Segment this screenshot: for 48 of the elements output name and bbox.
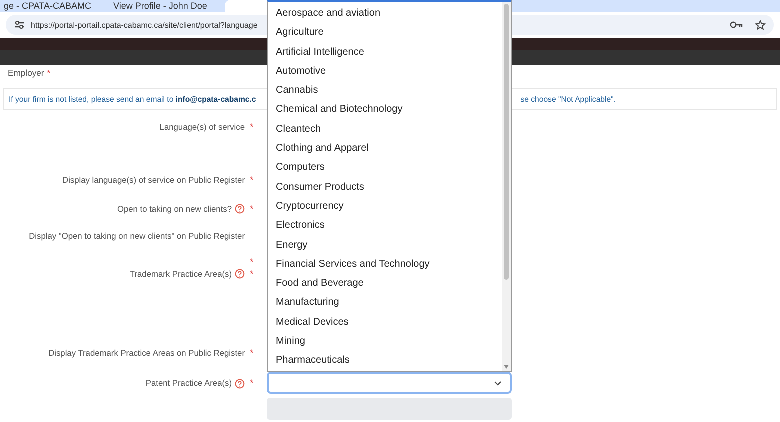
required-mark: * <box>249 377 255 389</box>
dropdown-option[interactable]: Consumer Products <box>268 178 502 197</box>
tune-icon[interactable] <box>14 20 25 30</box>
dropdown-option[interactable]: Cleantech <box>268 120 502 140</box>
dropdown-option[interactable]: Energy <box>268 236 502 255</box>
dropdown-option[interactable]: Electronics <box>268 216 502 236</box>
scrollbar[interactable] <box>502 2 511 371</box>
star-icon[interactable] <box>755 20 766 30</box>
field-label: Open to taking on new clients? <box>117 203 232 215</box>
required-mark: * <box>47 68 51 80</box>
field-label: Language(s) of service <box>160 121 245 133</box>
dropdown-option[interactable]: Cryptocurrency <box>268 196 502 216</box>
dropdown-option[interactable]: Cannabis <box>268 81 502 100</box>
dropdown-option[interactable]: Aerospace and aviation <box>268 4 502 24</box>
required-mark: * <box>249 121 255 133</box>
chevron-icon <box>494 380 502 386</box>
dropdown-option[interactable]: Manufacturing <box>268 293 502 313</box>
dropdown-option[interactable]: Pharmaceuticals <box>268 351 502 371</box>
help-icon[interactable] <box>235 204 245 214</box>
browser-tab[interactable]: ge - CPATA-CABAMC <box>0 0 100 12</box>
dropdown-option[interactable]: Agriculture <box>268 23 502 43</box>
dropdown-option[interactable]: Clothing and Apparel <box>268 139 502 158</box>
field-label: Display "Open to taking on new clients" on Public Register <box>29 230 245 242</box>
dropdown-option[interactable]: Artificial Intelligence <box>268 42 502 62</box>
help-icon[interactable] <box>235 378 245 388</box>
browser-tab[interactable]: View Profile - John Doe <box>110 0 216 12</box>
field-label: Employer <box>8 68 44 80</box>
required-mark: * <box>249 203 255 215</box>
dropdown-option[interactable]: Medical Devices <box>268 312 502 332</box>
required-mark: * <box>249 174 255 186</box>
url-text: https://portal-portail.cpata-cabamc.ca/site/client/portal?language <box>31 20 258 30</box>
field-label: Trademark Practice Area(s) <box>130 268 232 280</box>
scroll-down-icon[interactable] <box>504 365 509 369</box>
required-mark: * <box>249 256 255 268</box>
field-label: Patent Practice Area(s) <box>146 377 232 389</box>
required-mark: * <box>249 268 255 280</box>
help-icon[interactable] <box>235 269 245 279</box>
field-label: Display language(s) of service on Public Register <box>62 174 245 186</box>
key-icon[interactable] <box>730 21 743 29</box>
dropdown-option[interactable]: Automotive <box>268 62 502 82</box>
field-label: Display Trademark Practice Areas on Public Register <box>48 347 245 359</box>
select-field[interactable] <box>267 372 512 394</box>
dropdown-option[interactable]: Food and Beverage <box>268 274 502 294</box>
dropdown-option[interactable]: Computers <box>268 158 502 178</box>
dropdown-option[interactable]: Chemical and Biotechnology <box>268 100 502 120</box>
dropdown-option[interactable]: Mining <box>268 332 502 352</box>
dropdown-option[interactable]: Financial Services and Technology <box>268 254 502 274</box>
required-mark: * <box>249 347 255 359</box>
